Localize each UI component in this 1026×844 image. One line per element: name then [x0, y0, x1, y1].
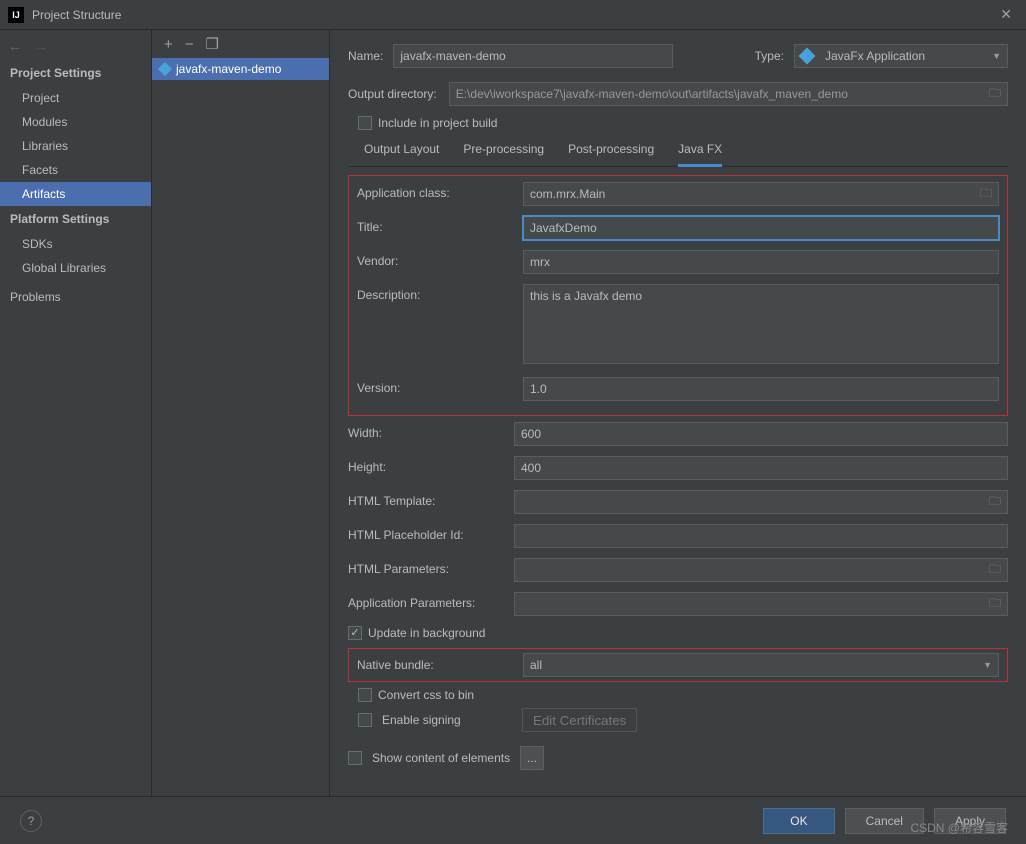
tab-javafx[interactable]: Java FX — [678, 136, 722, 167]
html-params-input[interactable]: 🗀 — [514, 558, 1008, 582]
app-class-label: Application class: — [357, 182, 523, 200]
folder-icon[interactable]: 🗀 — [989, 560, 1001, 581]
folder-icon[interactable]: 🗀 — [989, 84, 1001, 105]
type-label: Type: — [755, 49, 784, 63]
vendor-input[interactable] — [523, 250, 999, 274]
show-content-checkbox[interactable] — [348, 751, 362, 765]
sidebar-heading-project: Project Settings — [0, 60, 151, 86]
artifacts-tree: + − ❐ javafx-maven-demo — [152, 30, 330, 796]
sidebar-item-facets[interactable]: Facets — [0, 158, 151, 182]
folder-icon[interactable]: 🗀 — [989, 594, 1001, 615]
tree-item-label: javafx-maven-demo — [176, 62, 281, 76]
close-icon[interactable]: ✕ — [994, 6, 1018, 23]
height-label: Height: — [348, 456, 514, 474]
javafx-artifact-icon — [158, 62, 172, 76]
tab-pre-processing[interactable]: Pre-processing — [463, 136, 544, 166]
remove-icon[interactable]: − — [185, 36, 194, 53]
vendor-label: Vendor: — [357, 250, 523, 268]
help-button[interactable]: ? — [20, 810, 42, 832]
sidebar-item-artifacts[interactable]: Artifacts — [0, 182, 151, 206]
name-label: Name: — [348, 49, 383, 63]
folder-icon[interactable]: 🗀 — [989, 492, 1001, 513]
native-bundle-label: Native bundle: — [357, 658, 523, 672]
convert-css-label: Convert css to bin — [378, 688, 474, 702]
detail-pane: Name: Type: JavaFx Application ▼ Output … — [330, 30, 1026, 796]
chevron-down-icon: ▼ — [992, 51, 1001, 61]
output-dir-label: Output directory: — [348, 87, 437, 101]
tree-item-javafx-demo[interactable]: javafx-maven-demo — [152, 58, 329, 80]
tab-output-layout[interactable]: Output Layout — [364, 136, 439, 166]
html-placeholder-label: HTML Placeholder Id: — [348, 524, 514, 542]
version-label: Version: — [357, 377, 523, 395]
tabs: Output Layout Pre-processing Post-proces… — [348, 136, 1008, 167]
width-input[interactable] — [514, 422, 1008, 446]
enable-signing-label: Enable signing — [382, 713, 512, 727]
highlight-box-2: Native bundle: all▼ — [348, 648, 1008, 682]
app-params-label: Application Parameters: — [348, 592, 514, 610]
html-template-label: HTML Template: — [348, 490, 514, 508]
javafx-icon — [799, 48, 816, 65]
back-icon[interactable]: ← — [8, 38, 22, 54]
app-class-input[interactable]: com.mrx.Main🗀 — [523, 182, 999, 206]
app-params-input[interactable]: 🗀 — [514, 592, 1008, 616]
sidebar-item-problems[interactable]: Problems — [0, 280, 151, 309]
html-placeholder-input[interactable] — [514, 524, 1008, 548]
sidebar: ← → Project Settings Project Modules Lib… — [0, 30, 152, 796]
update-background-checkbox[interactable] — [348, 626, 362, 640]
chevron-down-icon: ▼ — [983, 660, 992, 670]
native-bundle-dropdown[interactable]: all▼ — [523, 653, 999, 677]
copy-icon[interactable]: ❐ — [206, 35, 219, 53]
enable-signing-checkbox[interactable] — [358, 713, 372, 727]
sidebar-item-libraries[interactable]: Libraries — [0, 134, 151, 158]
output-dir-input[interactable]: E:\dev\iworkspace7\javafx-maven-demo\out… — [449, 82, 1008, 106]
title-input[interactable] — [523, 216, 999, 240]
add-icon[interactable]: + — [164, 36, 173, 53]
sidebar-item-sdks[interactable]: SDKs — [0, 232, 151, 256]
description-input[interactable]: this is a Javafx demo — [523, 284, 999, 364]
name-input[interactable] — [393, 44, 673, 68]
apply-button[interactable]: Apply — [934, 808, 1006, 834]
title-label: Title: — [357, 216, 523, 234]
edit-certificates-button: Edit Certificates — [522, 708, 637, 732]
update-background-label: Update in background — [368, 626, 485, 640]
include-build-label: Include in project build — [378, 116, 497, 130]
html-template-input[interactable]: 🗀 — [514, 490, 1008, 514]
cancel-button[interactable]: Cancel — [845, 808, 924, 834]
width-label: Width: — [348, 422, 514, 440]
height-input[interactable] — [514, 456, 1008, 480]
show-content-more-button[interactable]: ... — [520, 746, 544, 770]
titlebar: IJ Project Structure ✕ — [0, 0, 1026, 30]
folder-icon[interactable]: 🗀 — [980, 184, 992, 205]
description-label: Description: — [357, 284, 523, 302]
convert-css-checkbox[interactable] — [358, 688, 372, 702]
html-params-label: HTML Parameters: — [348, 558, 514, 576]
include-build-checkbox[interactable] — [358, 116, 372, 130]
sidebar-item-global-libraries[interactable]: Global Libraries — [0, 256, 151, 280]
highlight-box-1: Application class: com.mrx.Main🗀 Title: … — [348, 175, 1008, 416]
ok-button[interactable]: OK — [763, 808, 834, 834]
tab-post-processing[interactable]: Post-processing — [568, 136, 654, 166]
window-title: Project Structure — [32, 8, 994, 22]
sidebar-item-project[interactable]: Project — [0, 86, 151, 110]
sidebar-heading-platform: Platform Settings — [0, 206, 151, 232]
forward-icon[interactable]: → — [34, 38, 48, 54]
app-icon: IJ — [8, 7, 24, 23]
type-dropdown[interactable]: JavaFx Application ▼ — [794, 44, 1008, 68]
version-input[interactable] — [523, 377, 999, 401]
show-content-label: Show content of elements — [372, 751, 510, 765]
sidebar-item-modules[interactable]: Modules — [0, 110, 151, 134]
bottom-bar: ? OK Cancel Apply CSDN @希容雪客 — [0, 796, 1026, 844]
